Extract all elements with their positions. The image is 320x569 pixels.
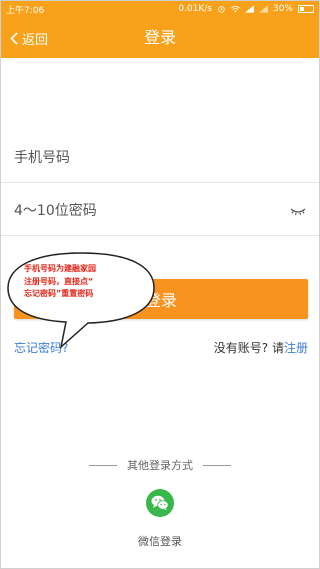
alarm-icon	[218, 6, 225, 13]
annotation-bubble: 手机号码为建融家园 注册号码，直接点“ 忘记密码”重置密码	[6, 250, 156, 350]
password-field-row	[0, 186, 320, 236]
network-speed: 0.01K/s	[178, 4, 212, 14]
eye-closed-icon[interactable]	[290, 205, 306, 217]
status-bar: 上午7:06 0.01K/s 30%	[0, 0, 320, 18]
annotation-line: 注册号码，直接点“	[24, 276, 94, 286]
divider-line-left	[89, 464, 117, 466]
wifi-icon	[231, 5, 240, 13]
annotation-text: 手机号码为建融家园 注册号码，直接点“ 忘记密码”重置密码	[24, 263, 142, 301]
signal-icon-2	[258, 5, 268, 13]
chevron-left-icon	[10, 31, 18, 45]
divider-line-right	[203, 464, 231, 466]
phone-field-row	[0, 133, 320, 183]
wechat-login-button[interactable]	[146, 489, 174, 517]
status-time: 上午7:06	[6, 5, 45, 16]
annotation-line: 忘记密码”重置密码	[24, 289, 94, 298]
battery-icon	[298, 5, 314, 13]
no-account-label: 没有账号? 请	[213, 341, 284, 355]
app-header: 登录 返回	[0, 18, 320, 58]
other-login-label: 其他登录方式	[127, 459, 193, 472]
status-indicators: 0.01K/s 30%	[178, 4, 314, 14]
battery-percent: 30%	[272, 4, 293, 14]
signal-icon	[244, 5, 254, 13]
wechat-login-label: 微信登录	[138, 535, 182, 548]
other-login-divider: 其他登录方式	[0, 457, 320, 473]
phone-input[interactable]	[14, 133, 274, 183]
password-input[interactable]	[14, 186, 274, 236]
register-row: 没有账号? 请注册	[214, 339, 308, 356]
register-link[interactable]: 注册	[284, 341, 308, 355]
annotation-line: 手机号码为建融家园	[24, 264, 96, 273]
wechat-icon	[151, 495, 169, 511]
back-label: 返回	[22, 32, 49, 48]
back-button[interactable]: 返回	[10, 18, 48, 58]
